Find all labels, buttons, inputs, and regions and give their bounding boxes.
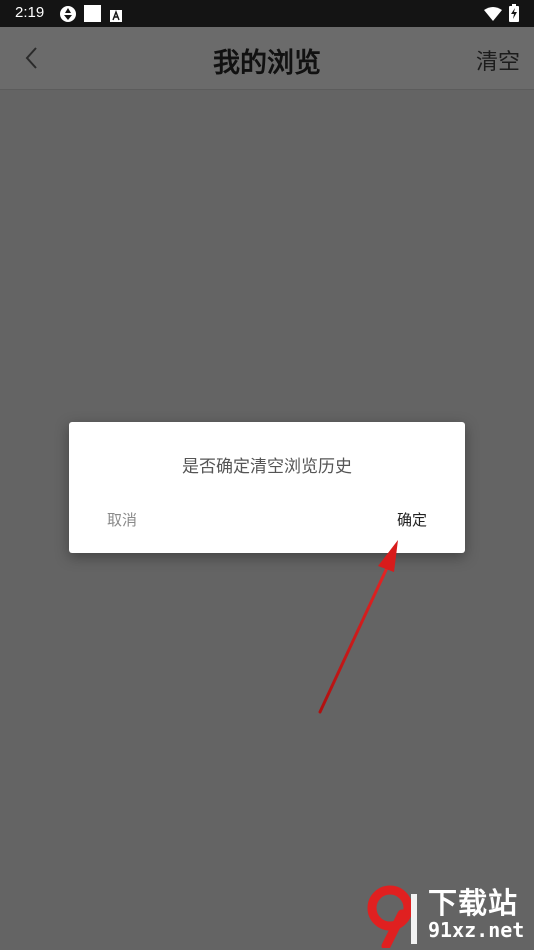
square-notification-icon <box>84 5 101 26</box>
dialog-message: 是否确定清空浏览历史 <box>182 457 352 477</box>
wifi-icon <box>484 6 502 25</box>
watermark-domain: 91xz.net <box>428 918 525 942</box>
clear-button[interactable]: 清空 <box>476 44 520 76</box>
a-notification-icon <box>110 7 122 26</box>
status-bar: 2:19 <box>0 0 534 27</box>
page-title: 我的浏览 <box>213 48 321 79</box>
confirm-button[interactable]: 确定 <box>397 509 427 530</box>
site-watermark: 下载站 91xz.net <box>358 880 534 950</box>
watermark-logo-icon <box>367 885 417 948</box>
cancel-button[interactable]: 取消 <box>107 509 137 530</box>
battery-charging-icon <box>509 4 519 26</box>
aperture-icon <box>59 5 77 27</box>
app-bar: 我的浏览 清空 <box>0 27 534 90</box>
annotation-arrow <box>318 540 398 714</box>
status-time: 2:19 <box>15 4 45 21</box>
watermark-logo-text: 下载站 <box>428 886 519 920</box>
